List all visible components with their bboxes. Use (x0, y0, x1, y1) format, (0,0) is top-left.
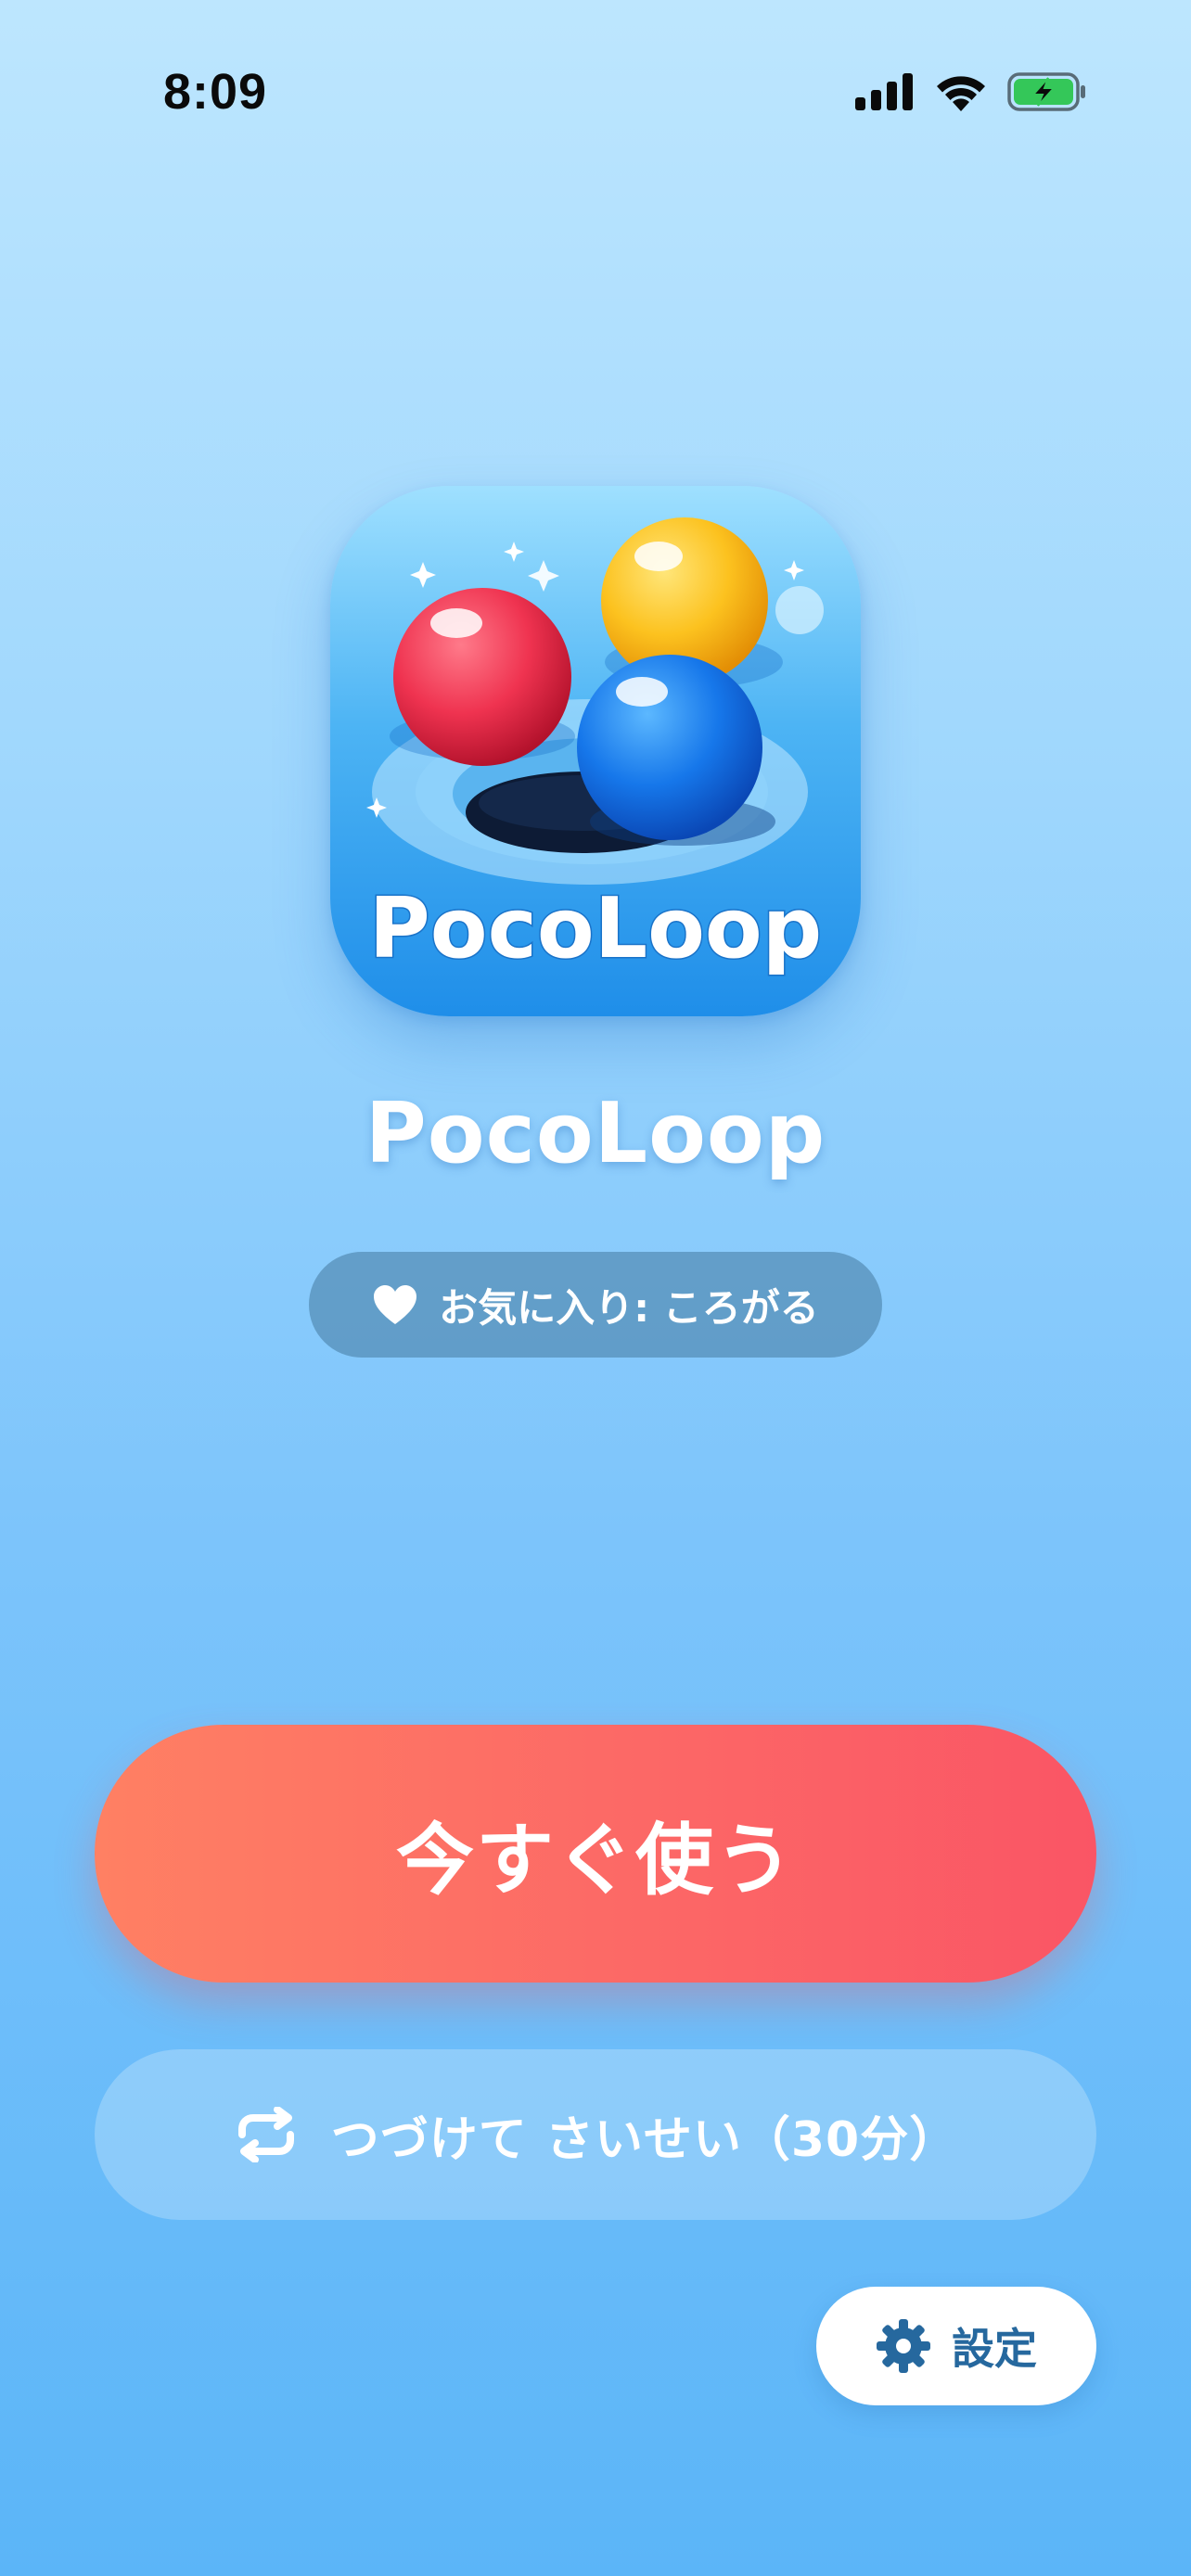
continuous-play-button[interactable]: つづけて さいせい（30分） (95, 2049, 1096, 2220)
battery-charging-icon (1007, 72, 1087, 111)
app-title: PocoLoop (365, 1085, 826, 1182)
favorite-badge: お気に入り: ころがる (309, 1252, 882, 1358)
heart-icon (372, 1283, 418, 1326)
pocoloop-app-icon: PocoLoop (330, 486, 861, 1016)
use-now-button[interactable]: 今すぐ使う (95, 1725, 1096, 1983)
settings-label: 設定 (952, 2324, 1037, 2374)
continuous-play-label: つづけて さいせい（30分） (330, 2111, 959, 2168)
status-bar: 8:09 (0, 0, 1191, 139)
favorite-label: お気に入り: ころがる (439, 1284, 819, 1331)
status-icons (855, 72, 1087, 111)
app-icon-wordmark: PocoLoop (369, 880, 822, 977)
settings-button[interactable]: 設定 (816, 2287, 1096, 2405)
status-time: 8:09 (163, 64, 268, 120)
gear-icon (876, 2318, 931, 2374)
cellular-signal-icon (855, 73, 915, 110)
wifi-icon (935, 72, 987, 111)
use-now-label: 今すぐ使う (395, 1814, 795, 1906)
repeat-icon (233, 2107, 300, 2162)
